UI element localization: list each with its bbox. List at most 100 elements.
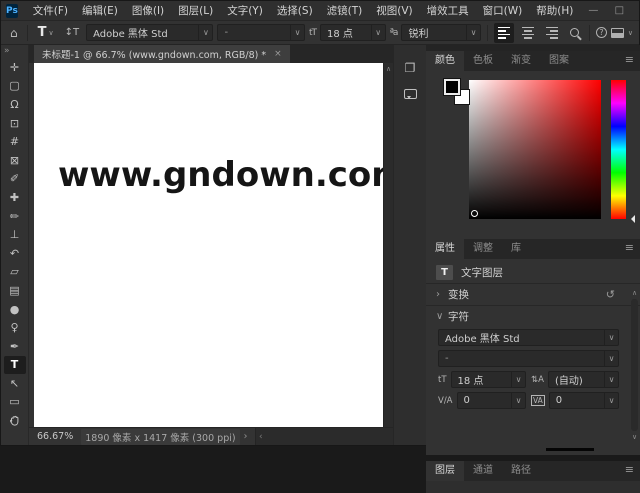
dodge-tool[interactable]: ♀ <box>4 318 26 337</box>
history-panel-icon[interactable]: ❐ <box>405 61 416 75</box>
character-font-style-select[interactable]: - ∨ <box>438 350 619 367</box>
horizontal-scrollbar[interactable]: ‹ <box>255 428 393 445</box>
panel-menu-icon[interactable]: ≡ <box>618 461 640 481</box>
canvas-text-layer[interactable]: www.gndown.com <box>58 155 407 195</box>
color-panel-body <box>426 71 640 239</box>
font-family-select[interactable]: Adobe 黑体 Std ∨ <box>86 24 213 41</box>
character-kerning-select[interactable]: 0 ∨ <box>457 392 527 409</box>
minimize-button[interactable]: — <box>580 1 606 21</box>
object-selection-tool[interactable]: ⊡ <box>4 114 26 133</box>
lasso-tool-icon: Ω <box>10 98 18 111</box>
rectangle-tool[interactable]: ▭ <box>4 393 26 412</box>
menu-help[interactable]: 帮助(H) <box>529 1 580 21</box>
character-tracking-value: 0 <box>550 395 604 406</box>
align-right-button[interactable] <box>542 23 562 43</box>
tab-patterns[interactable]: 图案 <box>540 51 578 71</box>
maximize-button[interactable]: □ <box>606 1 632 21</box>
menu-window[interactable]: 窗口(W) <box>476 1 530 21</box>
clone-stamp-tool[interactable]: ⊥ <box>4 225 26 244</box>
character-leading-select[interactable]: (自动) ∨ <box>548 371 619 388</box>
gradient-tool[interactable]: ▤ <box>4 281 26 300</box>
hand-tool[interactable] <box>4 411 26 430</box>
menu-file[interactable]: 文件(F) <box>26 1 75 21</box>
move-tool[interactable]: ✛ <box>4 58 26 77</box>
tab-layers[interactable]: 图层 <box>426 461 464 481</box>
font-style-select[interactable]: - ∨ <box>217 24 305 41</box>
character-section-header[interactable]: ∨ 字符 <box>426 305 640 327</box>
tab-gradients[interactable]: 渐变 <box>502 51 540 71</box>
comments-panel-icon[interactable] <box>404 89 417 99</box>
menu-select[interactable]: 选择(S) <box>270 1 320 21</box>
marquee-tool-icon: ▢ <box>9 79 19 92</box>
font-size-select[interactable]: 18 点 ∨ <box>320 24 386 41</box>
history-brush-tool-icon: ↶ <box>10 247 19 260</box>
scroll-up-icon[interactable]: ∧ <box>632 289 637 297</box>
tab-adjustments[interactable]: 调整 <box>464 239 502 259</box>
eyedropper-tool[interactable]: ✐ <box>4 170 26 189</box>
align-center-button[interactable] <box>518 23 538 43</box>
pen-tool[interactable]: ✒ <box>4 337 26 356</box>
foreground-color-swatch[interactable] <box>444 79 460 95</box>
workspace-panel-icon[interactable] <box>611 28 624 38</box>
vertical-scrollbar[interactable]: ∧ <box>383 63 393 427</box>
frame-tool[interactable]: ⊠ <box>4 151 26 170</box>
tab-libraries[interactable]: 库 <box>502 239 530 259</box>
anti-alias-select[interactable]: 锐利 ∨ <box>401 24 481 41</box>
lasso-tool[interactable]: Ω <box>4 95 26 114</box>
scrollbar-track[interactable] <box>631 299 638 431</box>
menu-type[interactable]: 文字(Y) <box>220 1 270 21</box>
scroll-up-icon[interactable]: ∧ <box>384 63 393 75</box>
eraser-tool[interactable]: ▱ <box>4 263 26 282</box>
tab-close-icon[interactable]: × <box>274 49 282 59</box>
search-icon[interactable] <box>570 28 579 37</box>
hand-tool-icon <box>9 415 21 427</box>
document-tab[interactable]: 未标题-1 @ 66.7% (www.gndown.com, RGB/8) * … <box>34 45 290 63</box>
blur-tool[interactable]: ● <box>4 300 26 319</box>
tab-swatches[interactable]: 色板 <box>464 51 502 71</box>
scroll-left-icon[interactable]: ‹ <box>256 432 263 442</box>
spot-healing-tool[interactable]: ✚ <box>4 188 26 207</box>
saturation-brightness-field[interactable] <box>469 80 601 219</box>
path-selection-tool[interactable]: ↖ <box>4 374 26 393</box>
close-button[interactable]: ✕ <box>632 1 640 21</box>
zoom-level[interactable]: 66.67% <box>37 431 73 442</box>
brush-tool[interactable]: ✏ <box>4 207 26 226</box>
properties-scrollbar[interactable]: ∧ ∨ <box>629 289 640 441</box>
hue-slider[interactable] <box>611 80 626 219</box>
tab-paths[interactable]: 路径 <box>502 461 540 481</box>
tab-properties[interactable]: 属性 <box>426 239 464 259</box>
reset-transform-icon[interactable]: ↺ <box>606 288 615 301</box>
crop-tool[interactable]: # <box>4 132 26 151</box>
character-size-select[interactable]: 18 点 ∨ <box>451 371 526 388</box>
align-left-button[interactable] <box>494 23 514 43</box>
panel-menu-icon[interactable]: ≡ <box>618 51 640 71</box>
hue-slider-marker[interactable] <box>627 215 635 223</box>
type-tool[interactable]: T <box>4 356 26 375</box>
brush-tool-icon: ✏ <box>10 210 19 223</box>
text-orientation-icon[interactable]: ↕T <box>62 27 83 38</box>
menu-plugins[interactable]: 增效工具 <box>420 1 476 21</box>
marquee-tool[interactable]: ▢ <box>4 77 26 96</box>
character-font-family-select[interactable]: Adobe 黑体 Std ∨ <box>438 329 619 346</box>
tab-color[interactable]: 颜色 <box>426 51 464 71</box>
menu-edit[interactable]: 编辑(E) <box>75 1 125 21</box>
character-tracking-select[interactable]: 0 ∨ <box>549 392 619 409</box>
home-icon[interactable]: ⌂ <box>7 26 21 40</box>
menu-image[interactable]: 图像(I) <box>125 1 171 21</box>
text-color-swatch[interactable] <box>546 448 594 451</box>
menu-filter[interactable]: 滤镜(T) <box>320 1 370 21</box>
tab-channels[interactable]: 通道 <box>464 461 502 481</box>
history-brush-tool[interactable]: ↶ <box>4 244 26 263</box>
current-tool-button[interactable]: T ∨ <box>34 24 58 41</box>
scroll-down-icon[interactable]: ∨ <box>632 433 637 441</box>
menu-view[interactable]: 视图(V) <box>369 1 419 21</box>
status-chevron-icon[interactable]: › <box>244 431 248 442</box>
transform-section-header[interactable]: › 变换 ↺ <box>426 283 640 305</box>
panel-menu-icon[interactable]: ≡ <box>618 239 640 259</box>
help-icon[interactable]: ? <box>596 27 607 38</box>
canvas[interactable]: www.gndown.com <box>34 63 383 427</box>
toolbar-expand-icon[interactable]: » <box>1 45 28 58</box>
spot-healing-tool-icon: ✚ <box>10 191 19 204</box>
color-field-marker[interactable] <box>471 210 478 217</box>
menu-layer[interactable]: 图层(L) <box>171 1 220 21</box>
